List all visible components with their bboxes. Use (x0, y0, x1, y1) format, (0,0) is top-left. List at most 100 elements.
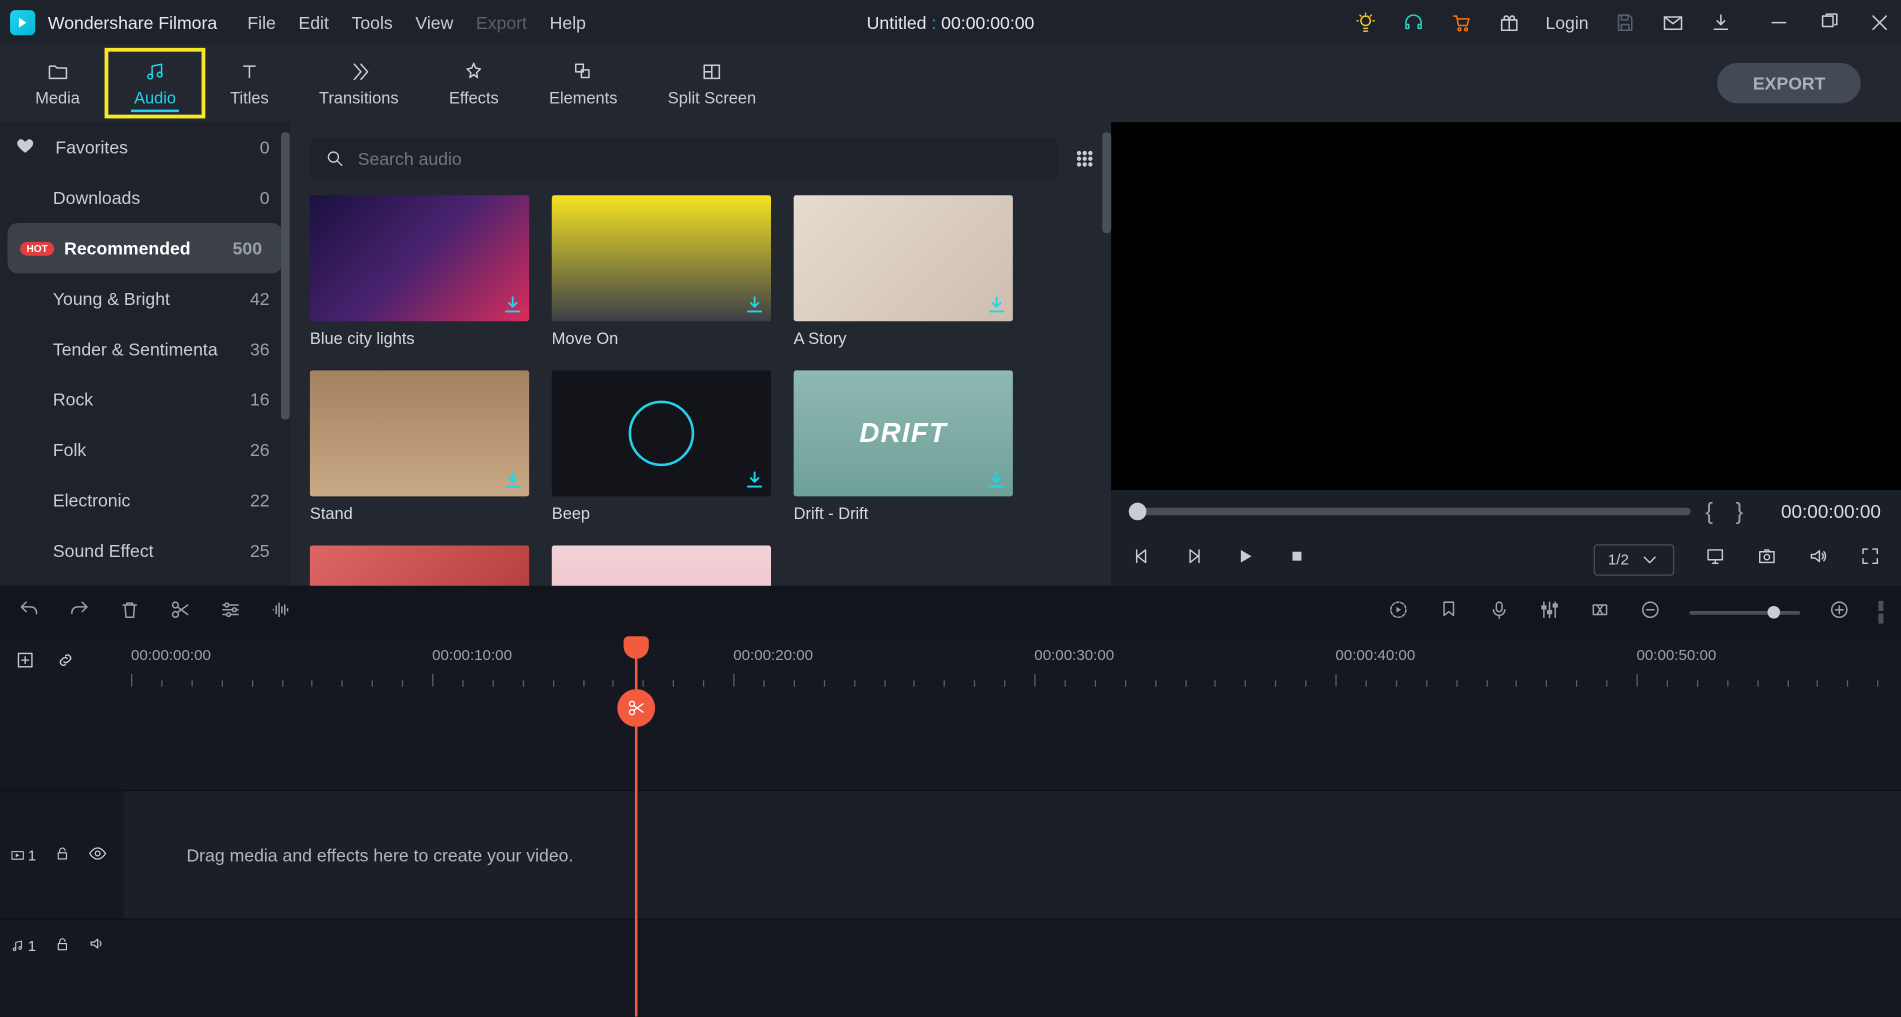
marker-icon[interactable] (1437, 598, 1460, 627)
menu-file[interactable]: File (247, 12, 275, 32)
download-asset-icon[interactable] (743, 469, 766, 492)
settings-icon[interactable] (219, 598, 242, 627)
asset-thumbnail[interactable]: Drift - Drift (794, 370, 1013, 522)
link-icon[interactable] (55, 649, 75, 675)
ruler-tick: 00:00:00:00 (131, 646, 211, 664)
sidebar-item-sound-effect[interactable]: Sound Effect25 (0, 525, 290, 575)
volume-icon[interactable] (1808, 545, 1829, 573)
crop-icon[interactable] (1589, 598, 1612, 627)
waveform-icon[interactable] (270, 598, 293, 627)
search-input[interactable] (358, 149, 1043, 169)
timeline-scroll-indicator[interactable] (1878, 601, 1883, 624)
download-asset-icon[interactable] (501, 469, 524, 492)
fullscreen-icon[interactable] (1859, 545, 1880, 573)
menu-edit[interactable]: Edit (298, 12, 328, 32)
menu-help[interactable]: Help (550, 12, 586, 32)
timeline-ruler[interactable]: 00:00:00:0000:00:10:0000:00:20:0000:00:3… (123, 639, 1901, 687)
tab-effects[interactable]: Effects (424, 48, 524, 119)
sidebar-item-folk[interactable]: Folk26 (0, 425, 290, 475)
lock-icon[interactable] (54, 935, 70, 955)
grid-view-icon[interactable] (1073, 147, 1096, 170)
timeline-toolbar (0, 586, 1901, 639)
lock-icon[interactable] (54, 845, 70, 865)
asset-thumbnail[interactable]: A Story (794, 195, 1013, 347)
cut-icon[interactable] (169, 598, 192, 627)
video-track-drop-area[interactable]: Drag media and effects here to create yo… (123, 791, 1901, 918)
audio-track-drop-area[interactable] (123, 920, 1901, 972)
add-track-icon[interactable] (15, 649, 35, 675)
timeline: 00:00:00:0000:00:10:0000:00:20:0000:00:3… (0, 639, 1901, 1017)
sidebar-item-rock[interactable]: Rock16 (0, 374, 290, 424)
asset-title: Stand (310, 504, 529, 523)
asset-thumbnail[interactable]: Stand (310, 370, 529, 522)
download-asset-icon[interactable] (743, 294, 766, 317)
download-asset-icon[interactable] (985, 469, 1008, 492)
tab-audio[interactable]: Audio (105, 48, 205, 119)
download-asset-icon[interactable] (985, 294, 1008, 317)
mail-icon[interactable] (1662, 11, 1685, 34)
sidebar-item-favorites[interactable]: Favorites0 (0, 122, 290, 172)
playhead[interactable] (635, 639, 638, 1017)
close-icon[interactable] (1868, 11, 1891, 34)
camera-icon[interactable] (1756, 545, 1777, 573)
asset-thumbnail[interactable] (552, 545, 771, 585)
preview-progress-slider[interactable] (1131, 508, 1690, 516)
tab-split-screen[interactable]: Split Screen (643, 48, 782, 119)
cart-icon[interactable] (1450, 11, 1473, 34)
zoom-in-icon[interactable] (1828, 598, 1851, 627)
login-button[interactable]: Login (1545, 12, 1588, 32)
asset-thumbnail[interactable]: Blue city lights (310, 195, 529, 347)
sidebar-item-young-bright[interactable]: Young & Bright42 (0, 273, 290, 323)
save-icon[interactable] (1614, 11, 1637, 34)
audio-track-row[interactable]: 1 (0, 918, 1901, 971)
render-icon[interactable] (1387, 598, 1410, 627)
sidebar-item-downloads[interactable]: Downloads0 (0, 173, 290, 223)
tab-transitions[interactable]: Transitions (294, 48, 424, 119)
step-back-icon[interactable] (1131, 545, 1152, 573)
play-icon[interactable] (1235, 545, 1256, 573)
video-track-row[interactable]: 1 Drag media and effects here to create … (0, 790, 1901, 918)
voiceover-icon[interactable] (1488, 598, 1511, 627)
tab-elements[interactable]: Elements (524, 48, 643, 119)
eye-icon[interactable] (88, 843, 107, 866)
maximize-icon[interactable] (1818, 11, 1841, 34)
speaker-icon[interactable] (88, 935, 106, 956)
download-icon[interactable] (1710, 11, 1733, 34)
menu-export: Export (476, 12, 527, 32)
timeline-zoom-slider[interactable] (1689, 610, 1800, 614)
asset-thumbnail[interactable] (310, 545, 529, 585)
minimize-icon[interactable] (1767, 11, 1790, 34)
preview-canvas[interactable] (1111, 122, 1901, 490)
audio-track-icon (10, 938, 25, 953)
tab-media[interactable]: Media (10, 48, 105, 119)
stop-icon[interactable] (1286, 545, 1307, 573)
hot-badge: HOT (20, 241, 54, 255)
menu-view[interactable]: View (415, 12, 453, 32)
audio-mixer-icon[interactable] (1538, 598, 1561, 627)
sidebar-item-electronic[interactable]: Electronic22 (0, 475, 290, 525)
sidebar-scrollbar[interactable] (281, 132, 290, 419)
search-box[interactable] (310, 137, 1058, 180)
sidebar-item-tender[interactable]: Tender & Sentimenta36 (0, 324, 290, 374)
menu-tools[interactable]: Tools (352, 12, 393, 32)
asset-thumbnail[interactable]: Beep (552, 370, 771, 522)
sidebar-item-recommended[interactable]: HOT Recommended500 (8, 223, 283, 273)
play-forward-icon[interactable] (1183, 545, 1204, 573)
delete-icon[interactable] (118, 598, 141, 627)
mark-in-out-icon[interactable]: {} (1705, 498, 1766, 524)
headphones-icon[interactable] (1402, 11, 1425, 34)
asset-title: A Story (794, 329, 1013, 348)
zoom-out-icon[interactable] (1639, 598, 1662, 627)
playhead-cut-icon[interactable] (617, 689, 655, 727)
display-icon[interactable] (1705, 545, 1726, 573)
export-button[interactable]: EXPORT (1718, 63, 1861, 103)
lightbulb-icon[interactable] (1354, 11, 1377, 34)
tab-titles[interactable]: Titles (205, 48, 294, 119)
asset-thumbnail[interactable]: Move On (552, 195, 771, 347)
undo-icon[interactable] (18, 598, 41, 627)
gift-icon[interactable] (1498, 11, 1521, 34)
preview-zoom-select[interactable]: 1/2 (1594, 544, 1674, 575)
redo-icon[interactable] (68, 598, 91, 627)
library-scrollbar[interactable] (1102, 132, 1111, 233)
download-asset-icon[interactable] (501, 294, 524, 317)
